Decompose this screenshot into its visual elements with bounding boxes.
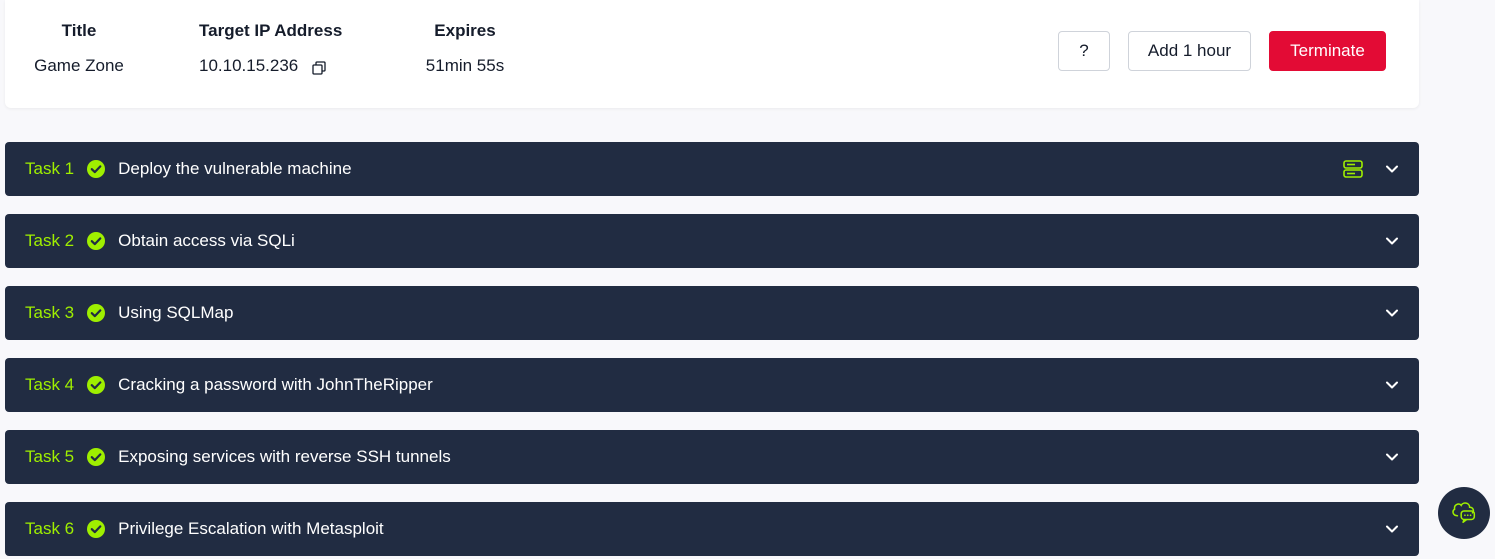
task-actions [1385, 214, 1399, 268]
machine-info-card: Title Game Zone Target IP Address 10.10.… [5, 0, 1419, 108]
check-circle-icon [86, 231, 106, 251]
task-row-1[interactable]: Task 1 Deploy the vulnerable machine [5, 142, 1419, 196]
expires-column: Expires 51min 55s [415, 20, 515, 77]
terminate-button[interactable]: Terminate [1269, 31, 1386, 71]
chevron-down-icon[interactable] [1385, 162, 1399, 176]
chevron-down-icon[interactable] [1385, 306, 1399, 320]
expires-label: Expires [434, 21, 496, 40]
task-number: Task 1 [25, 159, 75, 178]
server-icon[interactable] [1343, 160, 1363, 178]
machine-title: Game Zone [34, 56, 124, 75]
task-number: Task 5 [25, 447, 75, 466]
task-title: Using SQLMap [118, 303, 234, 322]
task-row-6[interactable]: Task 6 Privilege Escalation with Metasplo… [5, 502, 1419, 556]
task-row-3[interactable]: Task 3 Using SQLMap [5, 286, 1419, 340]
chevron-down-icon[interactable] [1385, 234, 1399, 248]
check-circle-icon [86, 159, 106, 179]
copy-icon[interactable] [312, 59, 326, 75]
task-number: Task 6 [25, 519, 75, 538]
help-button[interactable]: ? [1058, 31, 1110, 71]
task-actions [1343, 142, 1399, 196]
task-row-4[interactable]: Task 4 Cracking a password with JohnTheRi… [5, 358, 1419, 412]
check-circle-icon [86, 519, 106, 539]
check-circle-icon [86, 303, 106, 323]
task-number: Task 2 [25, 231, 75, 250]
expires-value-row: 51min 55s [415, 55, 515, 77]
task-title: Exposing services with reverse SSH tunne… [118, 447, 451, 466]
add-hour-button[interactable]: Add 1 hour [1128, 31, 1251, 71]
task-actions [1385, 358, 1399, 412]
title-value: Game Zone [29, 55, 129, 77]
title-column: Title Game Zone [29, 20, 129, 77]
task-actions [1385, 502, 1399, 556]
task-title: Obtain access via SQLi [118, 231, 295, 250]
chat-support-button[interactable] [1438, 487, 1490, 539]
chevron-down-icon[interactable] [1385, 378, 1399, 392]
task-title: Privilege Escalation with Metasploit [118, 519, 384, 538]
expires-value: 51min 55s [425, 56, 505, 75]
ip-value: 10.10.15.236 [199, 56, 299, 75]
title-label: Title [61, 21, 97, 40]
task-row-5[interactable]: Task 5 Exposing services with reverse SSH… [5, 430, 1419, 484]
task-number: Task 4 [25, 375, 75, 394]
chevron-down-icon[interactable] [1385, 450, 1399, 464]
chat-cloud-icon [1449, 496, 1479, 531]
chevron-down-icon[interactable] [1385, 522, 1399, 536]
task-number: Task 3 [25, 303, 75, 322]
task-title: Cracking a password with JohnTheRipper [118, 375, 433, 394]
check-circle-icon [86, 447, 106, 467]
ip-label: Target IP Address [199, 21, 343, 40]
task-actions [1385, 286, 1399, 340]
task-actions [1385, 430, 1399, 484]
ip-column: Target IP Address 10.10.15.236 [199, 20, 342, 77]
task-title: Deploy the vulnerable machine [118, 159, 352, 178]
task-row-2[interactable]: Task 2 Obtain access via SQLi [5, 214, 1419, 268]
check-circle-icon [86, 375, 106, 395]
ip-value-row: 10.10.15.236 [199, 55, 342, 77]
